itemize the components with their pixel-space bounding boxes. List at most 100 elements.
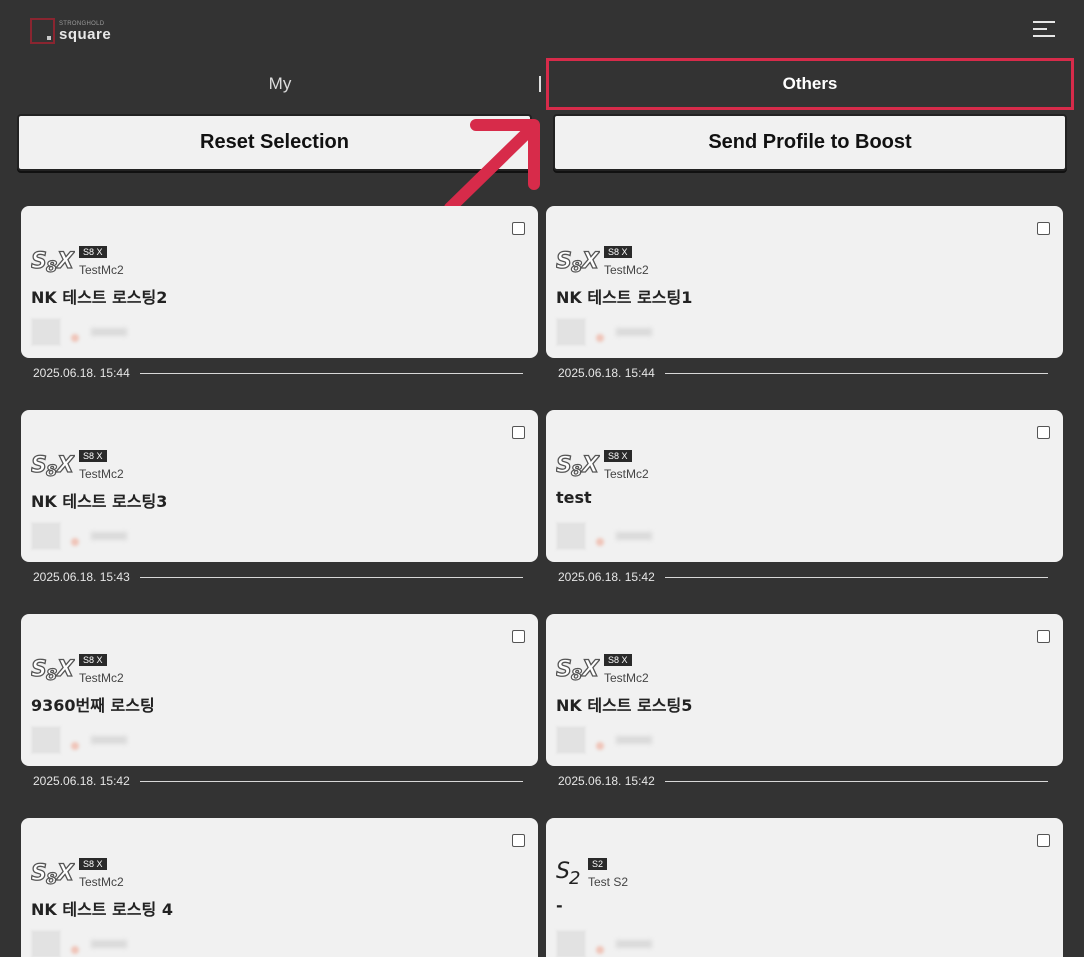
tab-my[interactable]: My [20,58,540,110]
date-divider-line [139,576,523,578]
card-checkbox[interactable] [1037,426,1050,439]
card-date: 2025.06.18. 15:42 [558,570,655,584]
blurred-avatar [596,946,604,954]
profile-card[interactable]: S 8 X S8 X TestMc2 test [546,410,1063,562]
card-checkbox[interactable] [512,426,525,439]
date-divider-line [664,576,1048,578]
card-checkbox[interactable] [1037,630,1050,643]
tab-divider [539,76,541,92]
profile-card[interactable]: S 8 X S8 X TestMc2 NK 테스트 로스팅5 [546,614,1063,766]
card-user: TestMc2 [79,671,124,685]
svg-text:8: 8 [46,665,57,682]
svg-text:X: X [55,453,75,478]
reset-selection-button[interactable]: Reset Selection [17,114,532,171]
svg-text:8: 8 [46,461,57,478]
svg-text:X: X [580,249,600,274]
machine-badge: S8 X [79,450,107,462]
svg-text:S: S [556,657,572,682]
s8x-logo-icon: S8X [555,448,600,480]
card-date-row: 2025.06.18. 15:43 [33,569,523,585]
s8x-logo-icon: S8X [555,244,600,276]
svg-text:X: X [55,861,75,886]
card-user: TestMc2 [604,467,649,481]
svg-text:2: 2 [569,868,580,886]
profile-card[interactable]: S 8 X S8 X TestMc2 NK 테스트 로스팅2 [21,206,538,358]
logo-mark-icon [30,18,55,44]
profile-card[interactable]: S 8 X S8 X TestMc2 NK 테스트 로스팅 4 [21,818,538,957]
hamburger-menu-icon[interactable] [1033,21,1055,37]
card-user: Test S2 [588,875,629,889]
card-title: 9360번째 로스팅 [31,696,155,715]
blurred-text [616,940,652,948]
machine-badge: S8 X [604,654,632,666]
svg-text:X: X [55,657,75,682]
blurred-thumbnail [31,726,61,754]
svg-text:X: X [580,453,600,478]
blurred-thumbnail [31,318,61,346]
svg-text:S: S [31,453,47,478]
s8x-logo-icon: S8X [30,448,75,480]
machine-badge: S2 [588,858,608,870]
logo-main-text: square [59,25,112,43]
card-checkbox[interactable] [512,834,525,847]
machine-badge: S8 X [79,858,107,870]
card-date-row: 2025.06.18. 15:42 [33,773,523,789]
stronghold-square-logo[interactable]: STRONGHOLD square [30,16,130,46]
blurred-thumbnail [556,930,586,957]
card-title: test [556,488,592,507]
card-title: NK 테스트 로스팅2 [31,288,168,307]
card-checkbox[interactable] [512,222,525,235]
card-title: NK 테스트 로스팅5 [556,696,693,715]
svg-text:S: S [31,861,47,886]
blurred-thumbnail [31,522,61,550]
profile-card[interactable]: S 8 X S8 X TestMc2 NK 테스트 로스팅3 [21,410,538,562]
blurred-thumbnail [556,318,586,346]
card-user: TestMc2 [79,467,124,481]
machine-badge: S8 X [604,246,632,258]
s8x-logo-icon: S8X [555,652,600,684]
card-date-row: 2025.06.18. 15:42 [558,569,1048,585]
card-date-row: 2025.06.18. 15:44 [33,365,523,381]
s8x-logo-icon: S8X [30,856,75,888]
s2-logo-icon: S2 [556,856,586,889]
card-date: 2025.06.18. 15:42 [33,774,130,788]
card-title: NK 테스트 로스팅 4 [31,900,173,919]
card-title: NK 테스트 로스팅3 [31,492,168,511]
date-divider-line [664,372,1048,374]
svg-text:8: 8 [571,461,582,478]
date-divider-line [139,780,523,782]
blurred-avatar [71,538,79,546]
send-profile-to-boost-button[interactable]: Send Profile to Boost [553,114,1067,171]
blurred-thumbnail [556,522,586,550]
date-divider-line [139,372,523,374]
svg-text:X: X [55,249,75,274]
profile-card[interactable]: S 8 X S8 X TestMc2 NK 테스트 로스팅1 [546,206,1063,358]
card-checkbox[interactable] [1037,834,1050,847]
svg-text:X: X [580,657,600,682]
card-checkbox[interactable] [1037,222,1050,235]
svg-text:8: 8 [571,257,582,274]
card-date: 2025.06.18. 15:44 [33,366,130,380]
svg-text:S: S [556,249,572,274]
blurred-text [91,940,127,948]
card-date: 2025.06.18. 15:43 [33,570,130,584]
card-checkbox[interactable] [512,630,525,643]
svg-text:S: S [31,249,47,274]
card-date: 2025.06.18. 15:44 [558,366,655,380]
card-user: TestMc2 [604,671,649,685]
machine-badge: S8 X [79,246,107,258]
blurred-avatar [71,334,79,342]
svg-text:S: S [31,657,47,682]
tab-others[interactable]: Others [546,58,1074,110]
svg-text:8: 8 [571,665,582,682]
machine-badge: S8 X [79,654,107,666]
blurred-avatar [596,538,604,546]
svg-text:S: S [556,859,570,884]
blurred-thumbnail [556,726,586,754]
profile-card[interactable]: S 8 X S8 X TestMc2 9360번째 로스팅 [21,614,538,766]
profile-card[interactable]: S 2 S2 Test S2- [546,818,1063,957]
blurred-text [616,328,652,336]
svg-text:8: 8 [46,869,57,886]
svg-text:8: 8 [46,257,57,274]
blurred-text [616,736,652,744]
